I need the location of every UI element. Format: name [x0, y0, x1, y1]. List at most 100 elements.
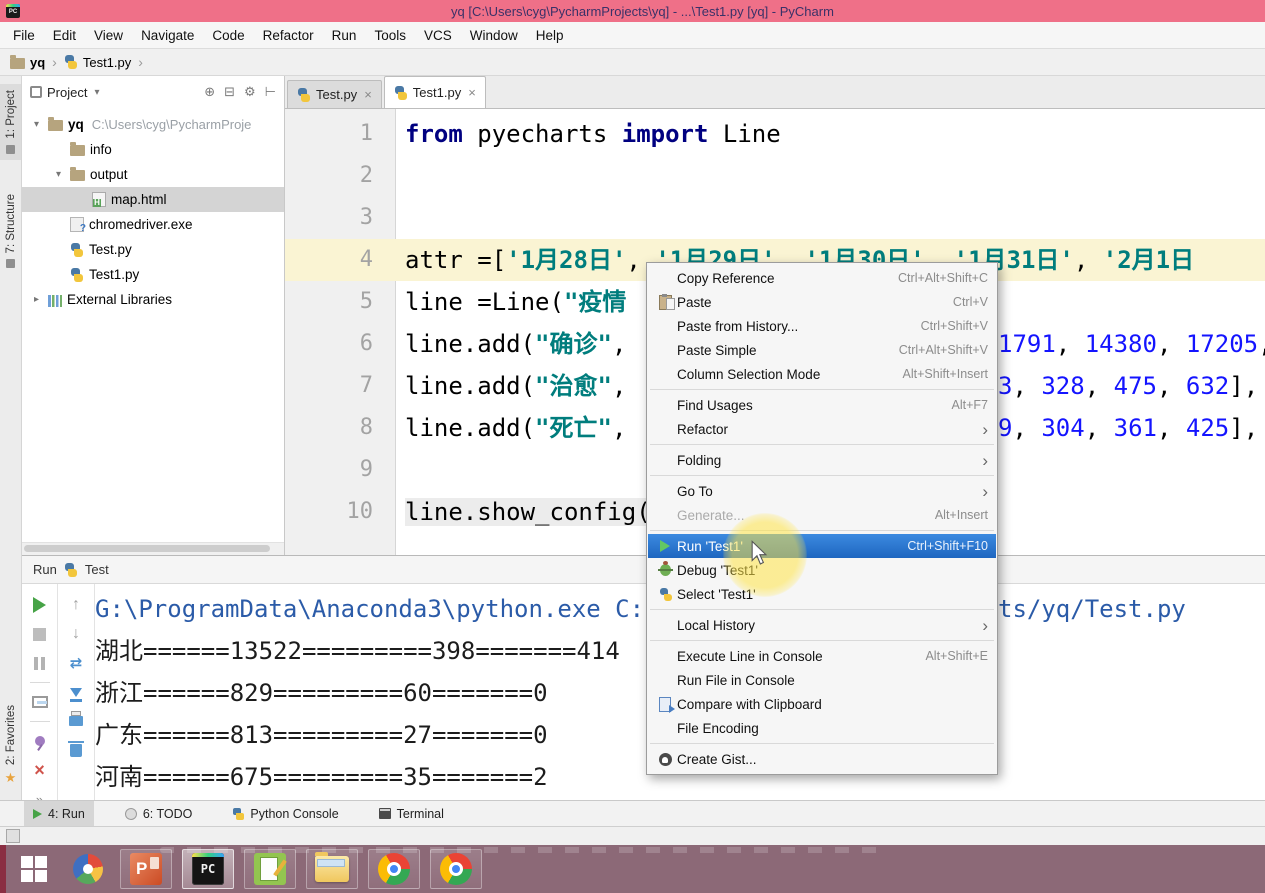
debug-icon: [653, 564, 677, 576]
code-line-2[interactable]: 2: [285, 155, 1265, 197]
menu-item-refactor[interactable]: Refactor›: [648, 417, 996, 441]
editor-tab-test-py[interactable]: Test.py×: [287, 80, 382, 108]
tool-button-project[interactable]: 1: Project: [0, 84, 21, 160]
print-icon[interactable]: [63, 708, 89, 734]
code-line-3[interactable]: 3: [285, 197, 1265, 239]
close-icon[interactable]: ×: [364, 87, 372, 102]
explorer-icon[interactable]: [306, 849, 358, 889]
chevron-right-icon[interactable]: ▸: [30, 294, 43, 305]
editor-tab-test1-py[interactable]: Test1.py ×: [384, 76, 486, 108]
close-icon[interactable]: ×: [27, 757, 53, 783]
menu-item-paste-from-history[interactable]: Paste from History...Ctrl+Shift+V: [648, 314, 996, 338]
tool-tab-4-run[interactable]: 4: Run: [24, 801, 94, 826]
tree-item-info[interactable]: info: [22, 137, 284, 162]
chevron-down-icon[interactable]: ▾: [30, 119, 43, 130]
tree-item-test-py[interactable]: Test.py: [22, 237, 284, 262]
breadcrumb-item-yq[interactable]: yq: [10, 55, 45, 70]
powerpoint-icon[interactable]: [120, 849, 172, 889]
menu-edit[interactable]: Edit: [44, 28, 85, 43]
menu-vcs[interactable]: VCS: [415, 28, 461, 43]
menu-item-run-test1[interactable]: Run 'Test1'Ctrl+Shift+F10: [648, 534, 996, 558]
pycharm-taskbar-icon[interactable]: [182, 849, 234, 889]
settings-icon[interactable]: ⚙: [244, 84, 256, 100]
tool-tab-python-console[interactable]: Python Console: [223, 801, 347, 826]
breadcrumb-item-test1-py[interactable]: Test1.py: [64, 55, 131, 70]
menu-run[interactable]: Run: [323, 28, 366, 43]
menu-shortcut: Ctrl+Alt+Shift+V: [881, 343, 988, 357]
menu-item-paste-simple[interactable]: Paste SimpleCtrl+Alt+Shift+V: [648, 338, 996, 362]
python-icon: [70, 268, 84, 282]
chevron-down-icon[interactable]: ▾: [94, 87, 99, 98]
browser-360-icon[interactable]: [66, 847, 110, 891]
soft-wrap-icon[interactable]: ⇄: [63, 650, 89, 676]
tree-item-chromedriver-exe[interactable]: chromedriver.exe: [22, 212, 284, 237]
run-config-name[interactable]: Test: [85, 562, 109, 577]
menu-navigate[interactable]: Navigate: [132, 28, 203, 43]
menu-tools[interactable]: Tools: [365, 28, 415, 43]
tool-button-favorites[interactable]: 2: Favorites ★: [0, 699, 21, 792]
start-button[interactable]: [12, 847, 56, 891]
tree-item-yq[interactable]: ▾yqC:\Users\cyg\PycharmProje: [22, 112, 284, 137]
menu-item-copy-reference[interactable]: Copy ReferenceCtrl+Alt+Shift+C: [648, 266, 996, 290]
menu-code[interactable]: Code: [203, 28, 253, 43]
menu-view[interactable]: View: [85, 28, 132, 43]
code-text: line.show_config(: [405, 491, 651, 533]
menu-item-find-usages[interactable]: Find UsagesAlt+F7: [648, 393, 996, 417]
tool-tab-terminal[interactable]: Terminal: [370, 801, 453, 826]
rerun-icon[interactable]: [27, 592, 53, 618]
menu-item-column-selection-mode[interactable]: Column Selection ModeAlt+Shift+Insert: [648, 362, 996, 386]
hide-panel-icon[interactable]: ⊢: [265, 84, 276, 100]
line-number: 6: [285, 323, 373, 365]
chrome-icon[interactable]: [368, 849, 420, 889]
title-bar[interactable]: yq [C:\Users\cyg\PycharmProjects\yq] - .…: [0, 0, 1265, 22]
tab-label: Test1.py: [413, 85, 461, 100]
code-line-1[interactable]: 1from pyecharts import Line: [285, 113, 1265, 155]
tree-item-map-html[interactable]: map.html: [22, 187, 284, 212]
tree-item-output[interactable]: ▾output: [22, 162, 284, 187]
terminal-tab-icon: [379, 808, 391, 819]
menu-item-select-test1[interactable]: Select 'Test1': [648, 582, 996, 606]
clear-all-icon[interactable]: [63, 737, 89, 763]
tree-item-test1-py[interactable]: Test1.py: [22, 262, 284, 287]
pin-tab-icon[interactable]: [27, 728, 53, 754]
pause-output-icon[interactable]: [27, 650, 53, 676]
tool-tab-6-todo[interactable]: 6: TODO: [116, 801, 202, 826]
libraries-icon: [48, 295, 62, 307]
chevron-down-icon[interactable]: ▾: [52, 169, 65, 180]
menu-item-run-file-in-console[interactable]: Run File in Console: [648, 668, 996, 692]
menu-item-file-encoding[interactable]: File Encoding: [648, 716, 996, 740]
menu-item-label: Refactor: [677, 422, 728, 437]
notepadpp-icon[interactable]: [244, 849, 296, 889]
restore-layout-icon[interactable]: [27, 689, 53, 715]
tree-item-external-libraries[interactable]: ▸External Libraries: [22, 287, 284, 312]
horizontal-scrollbar[interactable]: [22, 542, 284, 555]
menu-item-execute-line-in-console[interactable]: Execute Line in ConsoleAlt+Shift+E: [648, 644, 996, 668]
menu-window[interactable]: Window: [461, 28, 527, 43]
run-tab-label[interactable]: Run: [33, 562, 57, 577]
close-icon[interactable]: ×: [468, 85, 476, 100]
tool-tab-label: 4: Run: [48, 807, 85, 821]
menu-item-compare-with-clipboard[interactable]: Compare with Clipboard: [648, 692, 996, 716]
scrollbar-thumb[interactable]: [24, 545, 270, 552]
menu-item-debug-test1[interactable]: Debug 'Test1': [648, 558, 996, 582]
menu-help[interactable]: Help: [527, 28, 573, 43]
tool-button-structure[interactable]: 7: Structure: [0, 188, 21, 274]
menu-item-paste[interactable]: PasteCtrl+V: [648, 290, 996, 314]
code-text-right: 1791, 14380, 17205,: [998, 323, 1265, 365]
project-panel-title[interactable]: Project: [47, 85, 87, 100]
menu-item-local-history[interactable]: Local History›: [648, 613, 996, 637]
menu-item-folding[interactable]: Folding›: [648, 448, 996, 472]
down-stack-trace-icon[interactable]: ↓: [63, 621, 89, 647]
scroll-to-end-icon[interactable]: [63, 679, 89, 705]
menu-item-go-to[interactable]: Go To›: [648, 479, 996, 503]
menu-item-create-gist[interactable]: Create Gist...: [648, 747, 996, 771]
chrome-icon-2[interactable]: [430, 849, 482, 889]
menu-refactor[interactable]: Refactor: [254, 28, 323, 43]
collapse-all-icon[interactable]: ⊟: [224, 84, 235, 100]
more-options-icon[interactable]: »: [27, 786, 53, 800]
up-stack-trace-icon[interactable]: ↑: [63, 592, 89, 618]
locate-icon[interactable]: ⊕: [204, 84, 215, 100]
menu-file[interactable]: File: [4, 28, 44, 43]
stop-icon[interactable]: [27, 621, 53, 647]
compare-icon: [653, 697, 677, 712]
